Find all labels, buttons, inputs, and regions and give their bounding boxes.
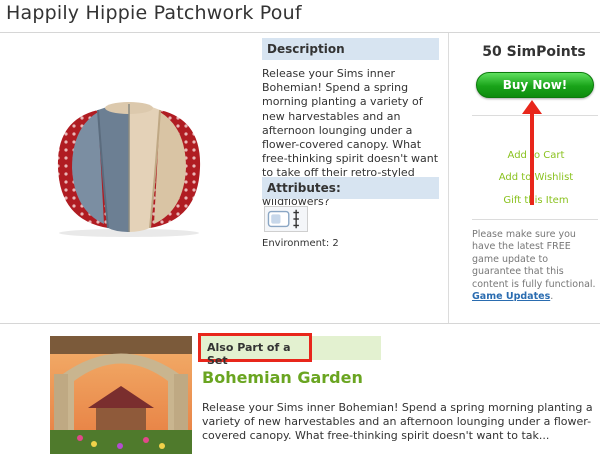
- game-updates-link[interactable]: Game Updates: [472, 291, 550, 302]
- divider: [472, 115, 598, 116]
- environment-attribute-icon: [264, 206, 308, 232]
- red-arrow-annotation: [530, 113, 534, 205]
- divider: [0, 32, 600, 33]
- update-note-text: Please make sure you have the latest FRE…: [472, 229, 596, 290]
- gift-item-link[interactable]: Gift this Item: [474, 195, 598, 206]
- set-heading: Also Part of a Set: [198, 333, 312, 367]
- divider: [472, 219, 598, 220]
- page-title: Happily Hippie Patchwork Pouf: [6, 2, 302, 24]
- set-description: Release your Sims inner Bohemian! Spend …: [202, 401, 593, 443]
- add-to-wishlist-link[interactable]: Add to Wishlist: [474, 172, 598, 183]
- update-note-period: .: [550, 291, 554, 303]
- update-note: Please make sure you have the latest FRE…: [472, 229, 598, 303]
- red-arrow-head: [522, 100, 542, 114]
- buy-now-button[interactable]: Buy Now!: [476, 72, 594, 98]
- attributes-heading: Attributes:: [262, 177, 439, 199]
- description-heading: Description: [262, 38, 439, 60]
- price: 50 SimPoints: [482, 44, 586, 60]
- environment-rating: Environment: 2: [262, 238, 339, 249]
- add-to-cart-link[interactable]: Add to Cart: [474, 150, 598, 161]
- product-image: [57, 102, 201, 237]
- divider: [0, 323, 600, 324]
- column-divider: [448, 33, 449, 323]
- set-title-link[interactable]: Bohemian Garden: [202, 368, 363, 387]
- set-image[interactable]: [50, 336, 192, 454]
